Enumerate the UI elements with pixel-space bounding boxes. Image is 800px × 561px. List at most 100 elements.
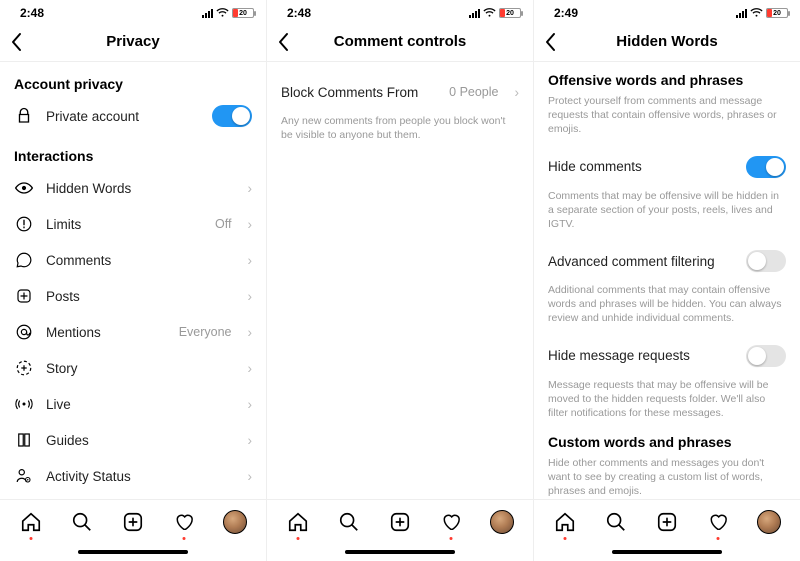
row-label: Guides [46,433,236,448]
row-hide-comments[interactable]: Hide comments [548,149,786,185]
battery-icon: 20 [766,8,788,18]
alert-icon [14,215,34,233]
tab-search[interactable] [337,510,361,534]
status-bar: 2:48 20 [0,0,266,22]
row-comments[interactable]: Comments › [14,242,252,278]
back-button[interactable] [10,32,22,52]
row-story[interactable]: Story › [14,350,252,386]
heart-icon [707,511,729,533]
section-offensive: Offensive words and phrases [548,72,786,88]
lock-icon [14,107,34,125]
section-custom: Custom words and phrases [548,434,786,450]
row-label: Block Comments From [281,85,437,100]
chevron-right-icon: › [248,217,253,232]
row-posts[interactable]: Posts › [14,278,252,314]
caption-advanced-filtering: Additional comments that may contain off… [548,283,786,326]
tab-bar [267,499,533,543]
advanced-filtering-toggle[interactable] [746,250,786,272]
scroll-area[interactable]: Block Comments From 0 People › Any new c… [267,62,533,499]
battery-icon: 20 [232,8,254,18]
plus-square-icon [122,511,144,533]
row-label: Story [46,361,236,376]
search-icon [605,511,627,533]
row-label: Mentions [46,325,167,340]
row-label: Private account [46,109,200,124]
status-bar: 2:49 20 [534,0,800,22]
caption-hide-message-requests: Message requests that may be offensive w… [548,378,786,421]
home-indicator[interactable] [0,543,266,561]
home-indicator[interactable] [534,543,800,561]
tab-activity[interactable] [172,510,196,534]
tab-profile[interactable] [223,510,247,534]
row-label: Hide message requests [548,348,734,363]
row-activity-status[interactable]: Activity Status › [14,458,252,494]
notification-dot [182,537,185,540]
heart-icon [173,511,195,533]
notification-dot [449,537,452,540]
tab-home[interactable] [553,510,577,534]
nav-bar: Comment controls [267,22,533,62]
row-block-comments[interactable]: Block Comments From 0 People › [281,74,519,110]
chevron-right-icon: › [248,289,253,304]
tab-activity[interactable] [706,510,730,534]
row-mentions[interactable]: Mentions Everyone › [14,314,252,350]
row-private-account[interactable]: Private account [14,98,252,134]
tab-home[interactable] [19,510,43,534]
row-value: Off [215,217,231,231]
tab-new-post[interactable] [655,510,679,534]
row-hide-message-requests[interactable]: Hide message requests [548,338,786,374]
wifi-icon [483,8,496,18]
row-advanced-filtering[interactable]: Advanced comment filtering [548,243,786,279]
chevron-right-icon: › [248,433,253,448]
wifi-icon [750,8,763,18]
row-guides[interactable]: Guides › [14,422,252,458]
signal-icon [469,8,480,18]
time: 2:49 [554,6,578,20]
status-bar: 2:48 20 [267,0,533,22]
story-icon [14,359,34,377]
tab-activity[interactable] [439,510,463,534]
tab-new-post[interactable] [121,510,145,534]
row-limits[interactable]: Limits Off › [14,206,252,242]
chevron-right-icon: › [248,469,253,484]
heart-icon [440,511,462,533]
page-title: Privacy [106,33,159,50]
row-label: Hidden Words [46,181,236,196]
chevron-left-icon [544,32,556,52]
time: 2:48 [20,6,44,20]
scroll-area[interactable]: Account privacy Private account Interact… [0,62,266,499]
private-account-toggle[interactable] [212,105,252,127]
back-button[interactable] [277,32,289,52]
tab-new-post[interactable] [388,510,412,534]
home-icon [20,511,42,533]
back-button[interactable] [544,32,556,52]
chevron-right-icon: › [248,181,253,196]
chevron-right-icon: › [248,361,253,376]
scroll-area[interactable]: Offensive words and phrases Protect your… [534,62,800,499]
tab-profile[interactable] [490,510,514,534]
tab-home[interactable] [286,510,310,534]
hide-comments-toggle[interactable] [746,156,786,178]
row-live[interactable]: Live › [14,386,252,422]
home-indicator[interactable] [267,543,533,561]
signal-icon [736,8,747,18]
tab-search[interactable] [70,510,94,534]
row-value: Everyone [179,325,232,339]
caption-offensive: Protect yourself from comments and messa… [548,94,786,137]
row-hidden-words[interactable]: Hidden Words › [14,170,252,206]
section-account-privacy: Account privacy [14,76,252,92]
chevron-right-icon: › [515,85,520,100]
tab-search[interactable] [604,510,628,534]
comment-icon [14,251,34,269]
avatar-icon [757,510,781,534]
chevron-right-icon: › [248,253,253,268]
notification-dot [716,537,719,540]
chevron-right-icon: › [248,325,253,340]
plus-square-icon [656,511,678,533]
phone-privacy: 2:48 20 Privacy Account privacy Private … [0,0,267,561]
row-label: Live [46,397,236,412]
notification-dot [30,537,33,540]
hide-message-requests-toggle[interactable] [746,345,786,367]
posts-icon [14,287,34,305]
tab-profile[interactable] [757,510,781,534]
